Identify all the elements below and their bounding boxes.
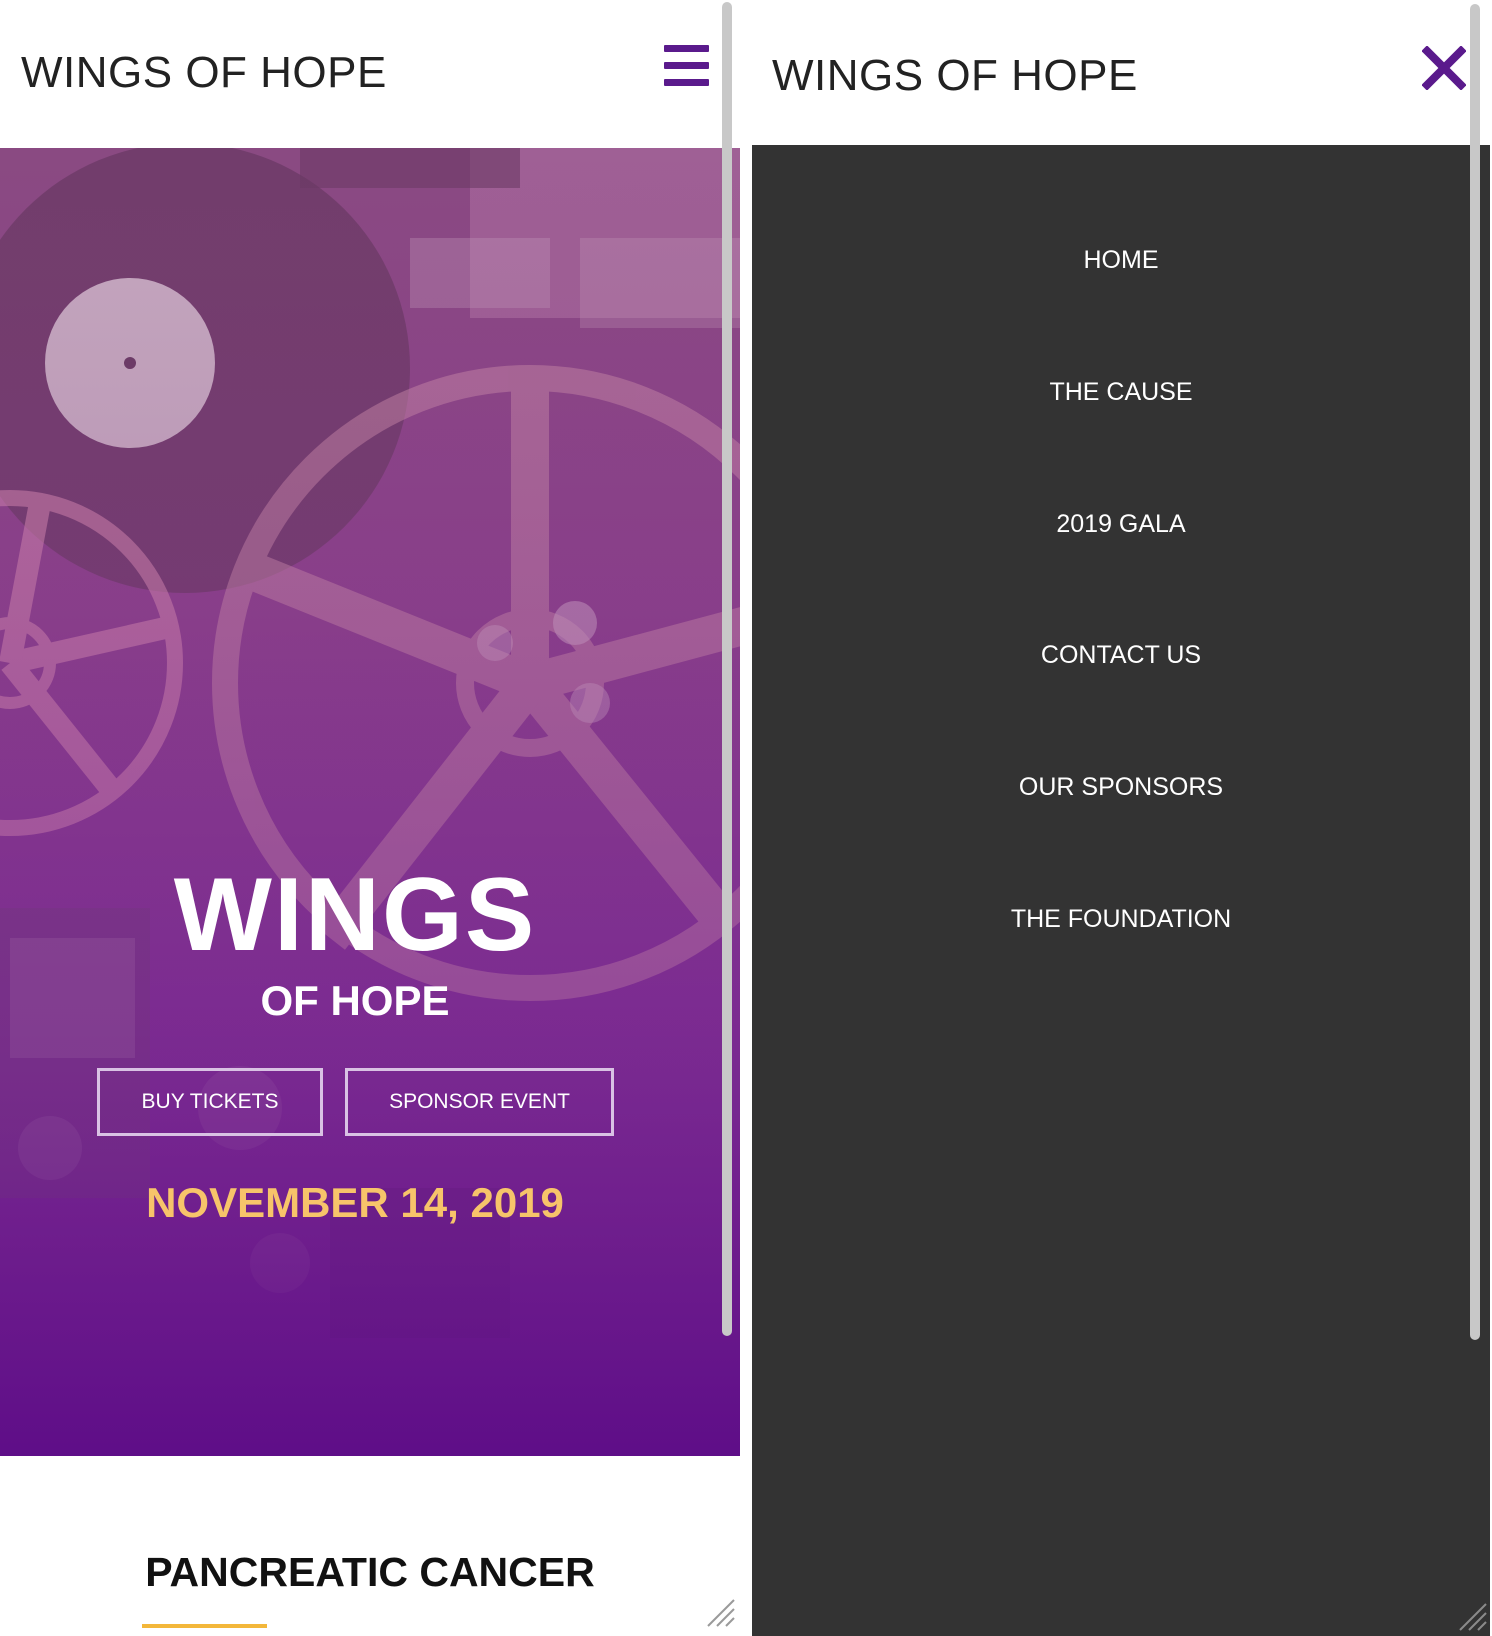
site-title[interactable]: WINGS OF HOPE <box>21 48 387 98</box>
close-icon[interactable] <box>1422 46 1466 90</box>
hero-section: WINGS OF HOPE BUY TICKETS SPONSOR EVENT … <box>0 148 740 1456</box>
resize-grip-icon[interactable] <box>700 1592 736 1628</box>
hero-subheadline: OF HOPE <box>260 977 450 1024</box>
menu-item-2019-gala[interactable]: 2019 GALA <box>752 512 1490 537</box>
menu-item-the-cause[interactable]: THE CAUSE <box>752 380 1490 405</box>
hero-headline: WINGS <box>173 857 537 973</box>
film-reels-background-image <box>0 148 740 1456</box>
menu-item-our-sponsors[interactable]: OUR SPONSORS <box>752 775 1490 800</box>
hamburger-menu-icon[interactable] <box>664 45 709 87</box>
site-title[interactable]: WINGS OF HOPE <box>772 51 1138 101</box>
menu-open-screen: WINGS OF HOPE HOME THE CAUSE 2019 GALA C… <box>752 0 1492 1636</box>
event-date: NOVEMBER 14, 2019 <box>146 1179 564 1226</box>
resize-grip-icon[interactable] <box>1452 1596 1488 1632</box>
section-heading-underline <box>142 1624 267 1628</box>
menu-item-home[interactable]: HOME <box>752 248 1490 273</box>
landing-page-screen: WINGS OF HOPE WINGS OF HOPE BUY TICKETS … <box>0 0 740 1636</box>
menu-item-the-foundation[interactable]: THE FOUNDATION <box>752 907 1490 932</box>
menu-item-contact-us[interactable]: CONTACT US <box>752 643 1490 668</box>
site-header: WINGS OF HOPE <box>752 0 1492 146</box>
page-scrollbar[interactable] <box>722 2 732 1336</box>
section-heading: PANCREATIC CANCER <box>145 1549 595 1595</box>
site-header: WINGS OF HOPE <box>0 0 740 146</box>
navigation-drawer: HOME THE CAUSE 2019 GALA CONTACT US OUR … <box>752 145 1490 1636</box>
buy-tickets-button[interactable]: BUY TICKETS <box>97 1068 323 1136</box>
sponsor-event-button[interactable]: SPONSOR EVENT <box>345 1068 614 1136</box>
page-scrollbar[interactable] <box>1470 4 1480 1340</box>
